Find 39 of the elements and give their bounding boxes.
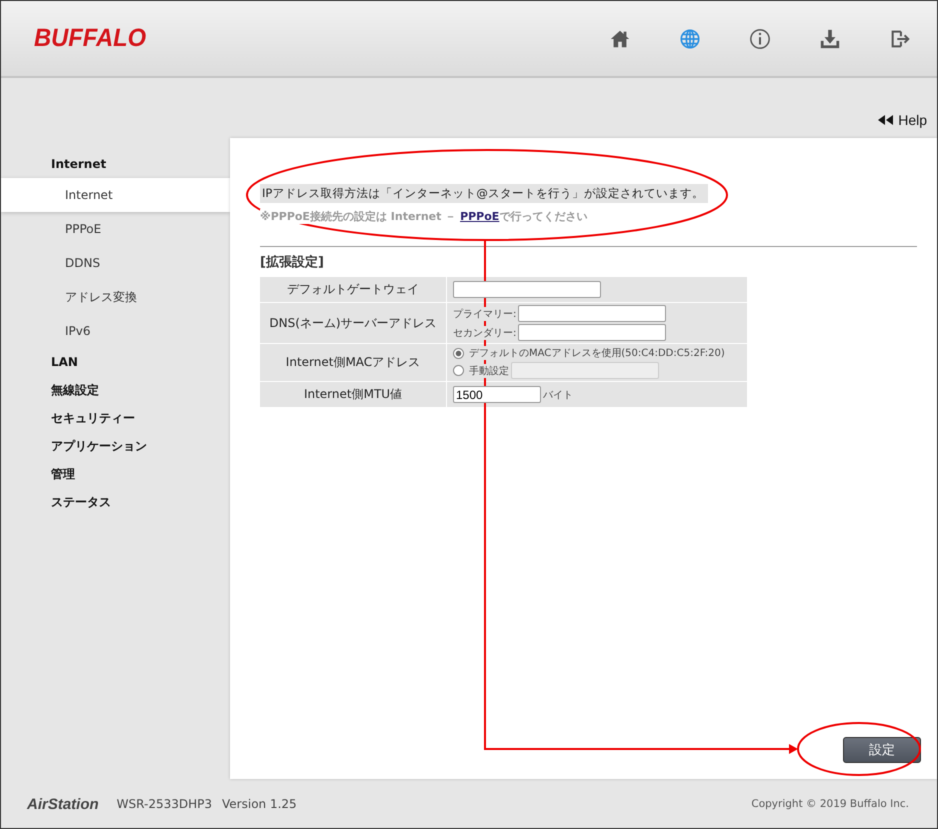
row-label: Internet側MACアドレス [260, 344, 446, 381]
version-text: Version 1.25 [222, 797, 297, 811]
unit-label: バイト [543, 388, 573, 402]
field-label: セカンダリー: [453, 326, 516, 340]
row-label: DNS(ネーム)サーバーアドレス [260, 303, 446, 343]
option-label: デフォルトのMACアドレスを使用(50:C4:DD:C5:2F:20) [469, 346, 725, 360]
sidebar-section[interactable]: 管理 [1, 460, 230, 488]
sidebar-item[interactable]: アドレス変換 [1, 280, 230, 314]
pppoe-link[interactable]: PPPoE [460, 210, 500, 223]
sidebar-item[interactable]: IPv6 [1, 314, 230, 348]
copyright-text: Copyright © 2019 Buffalo Inc. [751, 798, 909, 810]
section-title: [拡張設定] [260, 254, 325, 271]
field-label: プライマリー: [453, 306, 516, 320]
sidebar-section[interactable]: 無線設定 [1, 376, 230, 404]
sidebar-section[interactable]: Internet [1, 150, 230, 178]
airstation-logo: AirStation [27, 796, 99, 812]
option-label: 手動設定 [469, 364, 509, 378]
sidebar-section[interactable]: ステータス [1, 488, 230, 516]
sidebar-section[interactable]: アプリケーション [1, 432, 230, 460]
save-button[interactable]: 設定 [843, 737, 921, 763]
info-message: IPアドレス取得方法は「インターネット@スタートを行う」が設定されています。 [260, 184, 708, 203]
buffalo-logo: BUFFALO [34, 24, 146, 53]
radio-button[interactable] [453, 365, 464, 376]
input-field[interactable]: 1500 [453, 386, 541, 403]
input-field[interactable] [518, 324, 666, 341]
sidebar-section[interactable]: LAN [1, 348, 230, 376]
sidebar-section[interactable]: セキュリティー [1, 404, 230, 432]
rewind-icon [878, 115, 894, 125]
help-link[interactable]: Help [878, 112, 927, 128]
sidebar-item[interactable]: DDNS [1, 246, 230, 280]
input-field[interactable] [453, 281, 601, 298]
row-label: デフォルトゲートウェイ [260, 277, 446, 302]
input-field[interactable] [518, 305, 666, 322]
sidebar-item[interactable]: Internet [1, 178, 230, 212]
note-text: ※PPPoE接続先の設定は Internet － PPPoEで行ってください [260, 209, 588, 224]
model-text: WSR-2533DHP3 [116, 797, 212, 811]
sidebar-item[interactable]: PPPoE [1, 212, 230, 246]
radio-button[interactable] [453, 348, 464, 358]
row-label: Internet側MTU値 [260, 382, 446, 407]
